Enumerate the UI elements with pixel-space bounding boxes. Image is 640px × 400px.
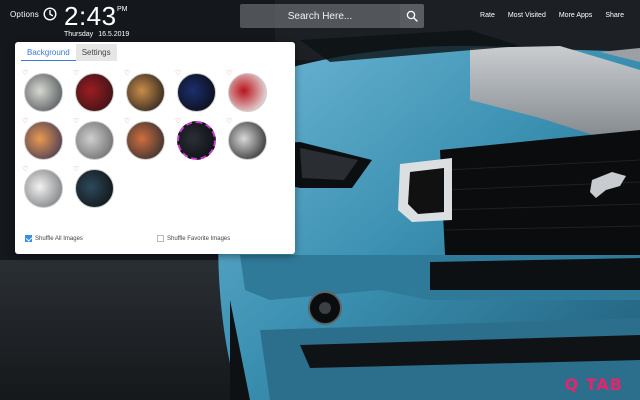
thumb-classic-silver[interactable]	[24, 73, 63, 112]
shuffle-favorites-label: Shuffle Favorite Images	[167, 235, 231, 242]
tab-settings[interactable]: Settings	[75, 44, 117, 61]
favorite-heart-icon[interactable]: ♡	[175, 118, 183, 126]
clock-ampm: PM	[117, 6, 128, 13]
tab-background[interactable]: Background	[21, 44, 76, 61]
thumb-sunset-road[interactable]	[126, 121, 165, 160]
most-visited-link[interactable]: Most Visited	[508, 12, 546, 19]
favorite-heart-icon[interactable]: ♡	[22, 166, 30, 174]
favorite-heart-icon[interactable]: ♡	[175, 70, 183, 78]
clock-icon[interactable]	[43, 7, 57, 21]
top-links: Rate Most Visited More Apps Share	[480, 12, 624, 19]
clock-date: Thursday 16.5.2019	[64, 31, 129, 38]
thumb-silver-drift[interactable]	[228, 121, 267, 160]
favorite-heart-icon[interactable]: ♡	[124, 118, 132, 126]
panel-tabs: Background Settings	[21, 44, 117, 61]
search-button[interactable]	[400, 4, 424, 28]
clock-time: 2:43	[64, 1, 117, 31]
thumb-sunset-mustang[interactable]	[24, 121, 63, 160]
thumb-red-mustang[interactable]	[75, 73, 114, 112]
favorite-heart-icon[interactable]: ♡	[226, 118, 234, 126]
date-label: 16.5.2019	[98, 31, 130, 38]
thumb-desert-mustang[interactable]	[126, 73, 165, 112]
shuffle-all-row[interactable]: Shuffle All Images	[25, 235, 83, 242]
favorite-heart-icon[interactable]: ♡	[124, 70, 132, 78]
favorite-heart-icon[interactable]: ♡	[22, 70, 30, 78]
favorite-heart-icon[interactable]: ♡	[226, 70, 234, 78]
favorite-heart-icon[interactable]: ♡	[73, 166, 81, 174]
options-link[interactable]: Options	[10, 10, 39, 19]
shuffle-favorites-row[interactable]: Shuffle Favorite Images	[157, 235, 230, 242]
favorite-heart-icon[interactable]: ♡	[73, 118, 81, 126]
thumb-white-mustang[interactable]	[24, 169, 63, 208]
thumb-red-white-stripes[interactable]	[228, 73, 267, 112]
search-input[interactable]: Search Here...	[240, 4, 400, 28]
thumb-silver-lot[interactable]	[75, 121, 114, 160]
share-link[interactable]: Share	[605, 12, 624, 19]
favorite-heart-icon[interactable]: ♡	[73, 70, 81, 78]
shuffle-favorites-checkbox[interactable]	[157, 235, 164, 242]
shuffle-all-checkbox[interactable]	[25, 235, 32, 242]
more-apps-link[interactable]: More Apps	[559, 12, 592, 19]
weekday-label: Thursday	[64, 31, 94, 38]
rate-link[interactable]: Rate	[480, 12, 495, 19]
thumb-blue-hood[interactable]	[75, 169, 114, 208]
search-placeholder: Search Here...	[287, 10, 353, 22]
search-icon	[406, 10, 418, 22]
qtab-logo: Q TAB	[564, 375, 623, 394]
favorite-heart-icon[interactable]: ♡	[22, 118, 30, 126]
shuffle-all-label: Shuffle All Images	[35, 235, 83, 242]
thumb-dark-selected[interactable]	[177, 121, 216, 160]
background-panel: Background Settings ♡ ♡ ♡ ♡ ♡ ♡ ♡ ♡ ♡ ♡ ♡ ♡ Shuffle…	[15, 42, 295, 254]
thumb-blue-mustang[interactable]	[177, 73, 216, 112]
